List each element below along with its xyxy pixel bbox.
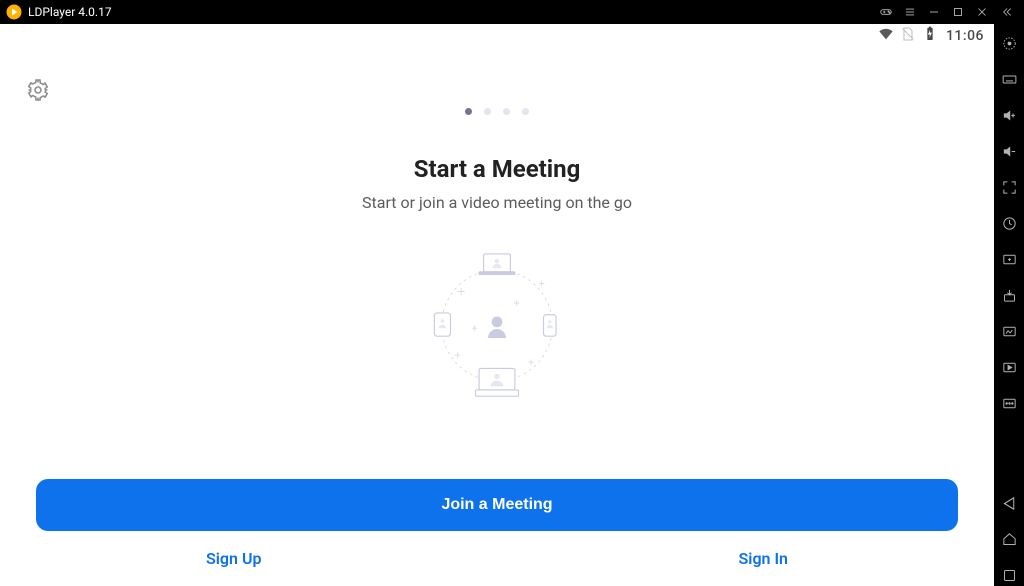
android-recent-icon[interactable] [998, 564, 1020, 586]
statusbar-clock: 11:06 [946, 28, 984, 44]
minimize-button[interactable] [922, 0, 946, 24]
menu-icon[interactable] [898, 0, 922, 24]
location-icon[interactable] [998, 32, 1020, 54]
window-title: LDPlayer 4.0.17 [28, 5, 112, 19]
page-dot [522, 108, 529, 115]
sync-icon[interactable] [998, 212, 1020, 234]
wifi-icon [878, 26, 894, 46]
keyboard-icon[interactable] [998, 68, 1020, 90]
more-icon[interactable] [998, 392, 1020, 414]
no-sim-icon [900, 26, 916, 46]
android-statusbar: 11:06 [0, 24, 994, 48]
gamepad-icon[interactable] [874, 0, 898, 24]
page-dot [503, 108, 510, 115]
record-icon[interactable] [998, 356, 1020, 378]
volume-down-icon[interactable] [998, 140, 1020, 162]
sign-in-link[interactable]: Sign In [739, 549, 788, 568]
bottom-actions: Join a Meeting Sign Up Sign In [0, 463, 994, 586]
install-apk-icon[interactable] [998, 284, 1020, 306]
emulator-sidebar [994, 24, 1024, 586]
titlebar: LDPlayer 4.0.17 [0, 0, 1024, 24]
settings-button[interactable] [26, 78, 50, 106]
onboarding-subheading: Start or join a video meeting on the go [362, 193, 632, 212]
battery-charging-icon [922, 26, 938, 46]
meeting-illustration [407, 236, 587, 406]
ldplayer-logo-icon [6, 4, 22, 20]
page-indicator [465, 108, 529, 115]
join-meeting-button[interactable]: Join a Meeting [36, 479, 958, 531]
collapse-sidebar-button[interactable] [994, 0, 1018, 24]
screenshot-icon[interactable] [998, 320, 1020, 342]
fullscreen-icon[interactable] [998, 176, 1020, 198]
onboarding-heading: Start a Meeting [414, 155, 581, 183]
android-back-icon[interactable] [998, 492, 1020, 514]
app-content: 11:06 Start a Meeting Start or join a vi… [0, 24, 994, 586]
android-home-icon[interactable] [998, 528, 1020, 550]
sign-up-link[interactable]: Sign Up [206, 549, 261, 568]
page-dot [465, 108, 472, 115]
onboarding-panel: Start a Meeting Start or join a video me… [0, 48, 994, 463]
page-dot [484, 108, 491, 115]
multi-instance-icon[interactable] [998, 248, 1020, 270]
volume-up-icon[interactable] [998, 104, 1020, 126]
close-button[interactable] [970, 0, 994, 24]
maximize-button[interactable] [946, 0, 970, 24]
